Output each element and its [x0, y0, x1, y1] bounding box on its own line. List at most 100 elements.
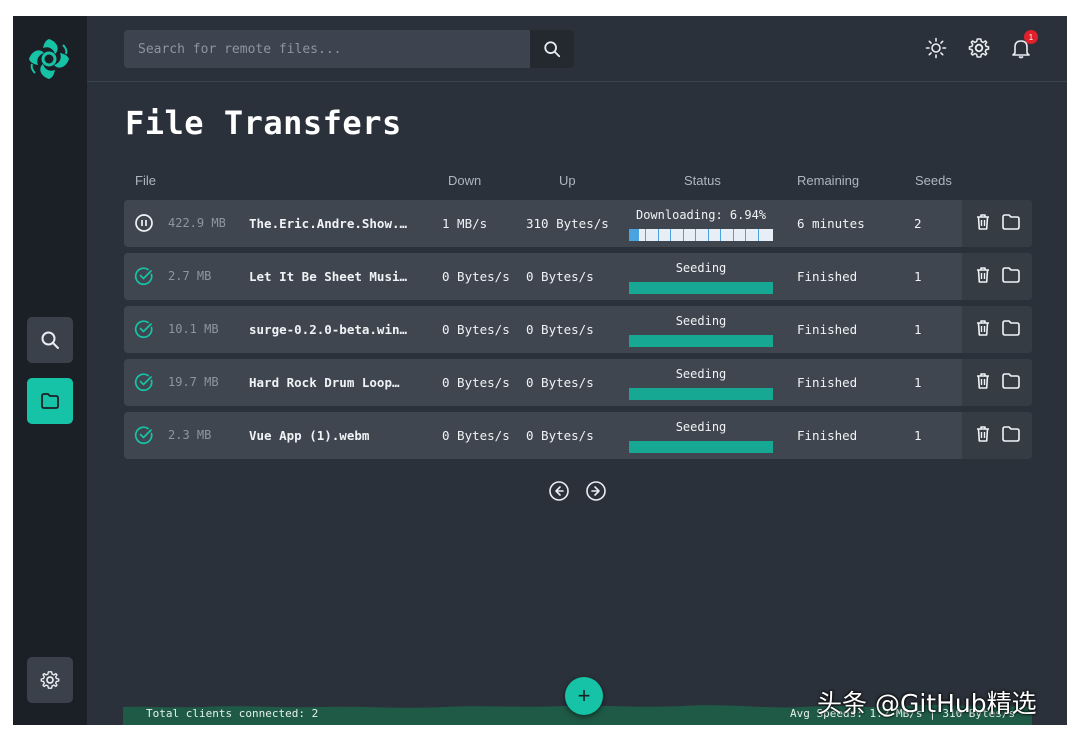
logo-icon [29, 39, 69, 79]
remaining-time: Finished [797, 375, 858, 390]
status-text: Seeding [675, 420, 727, 434]
progress-bar [629, 441, 773, 453]
down-speed: 1 MB/s [442, 216, 488, 231]
search-icon [544, 41, 561, 58]
next-page-button[interactable] [585, 480, 607, 502]
file-size: 19.7 MB [168, 375, 219, 389]
file-size: 2.7 MB [168, 269, 212, 283]
table-row[interactable]: 422.9 MB The.Eric.Andre.Show.… 1 MB/s 310 B… [124, 200, 1032, 247]
trash-icon[interactable] [973, 318, 993, 338]
remaining-time: Finished [797, 322, 858, 337]
sidebar-search-button[interactable] [27, 317, 73, 363]
trash-icon[interactable] [973, 424, 993, 444]
page-title: File Transfers [125, 104, 402, 142]
status-cell: Seeding [629, 253, 773, 300]
column-header-remaining: Remaining [797, 173, 860, 188]
remaining-time: Finished [797, 428, 858, 443]
folder-icon[interactable] [1001, 371, 1021, 391]
file-name[interactable]: Hard Rock Drum Loop… [249, 375, 409, 390]
folder-icon[interactable] [1001, 318, 1021, 338]
status-text: Seeding [675, 314, 727, 328]
add-transfer-button[interactable]: + [565, 677, 603, 715]
check-circle-icon [134, 320, 153, 339]
status-text: Seeding [675, 261, 727, 275]
gear-icon [40, 671, 60, 689]
notifications-button[interactable]: 1 [1008, 30, 1038, 61]
status-cell: Seeding [629, 306, 773, 353]
file-name[interactable]: The.Eric.Andre.Show.… [249, 216, 409, 231]
theme-toggle-button[interactable] [923, 35, 949, 61]
search-icon [41, 331, 59, 349]
up-speed: 310 Bytes/s [526, 216, 609, 231]
table-row[interactable]: 19.7 MB Hard Rock Drum Loop… 0 Bytes/s 0 By… [124, 359, 1032, 406]
row-actions [962, 200, 1032, 247]
file-size: 422.9 MB [168, 216, 226, 230]
progress-bar [629, 388, 773, 400]
column-header-seeds: Seeds [915, 173, 952, 188]
check-circle-icon [134, 426, 153, 445]
table-row[interactable]: 2.3 MB Vue App (1).webm 0 Bytes/s 0 Bytes/s… [124, 412, 1032, 459]
gear-icon [968, 38, 990, 58]
file-name[interactable]: surge-0.2.0-beta.win… [249, 322, 409, 337]
table-row[interactable]: 10.1 MB surge-0.2.0-beta.win… 0 Bytes/s 0 B… [124, 306, 1032, 353]
down-speed: 0 Bytes/s [442, 269, 510, 284]
folder-icon[interactable] [1001, 424, 1021, 444]
trash-icon[interactable] [973, 265, 993, 285]
table-header: File Down Up Status Remaining Seeds [124, 171, 1032, 193]
file-size: 2.3 MB [168, 428, 212, 442]
column-header-file: File [135, 173, 156, 188]
search-input[interactable] [124, 30, 530, 68]
app-window: 1 File Transfers File Down Up Status Rem… [13, 16, 1067, 725]
seed-count: 2 [914, 216, 922, 231]
row-actions [962, 359, 1032, 406]
seed-count: 1 [914, 375, 922, 390]
sidebar [13, 16, 87, 725]
column-header-status: Status [684, 173, 721, 188]
settings-button[interactable] [966, 35, 992, 61]
up-speed: 0 Bytes/s [526, 269, 594, 284]
seed-count: 1 [914, 428, 922, 443]
remaining-time: 6 minutes [797, 216, 865, 231]
progress-bar [629, 282, 773, 294]
status-text: Seeding [675, 367, 727, 381]
status-cell: Seeding [629, 359, 773, 406]
progress-bar [629, 335, 773, 347]
watermark-text: 头条 @GitHub精选 [817, 689, 1037, 718]
seed-count: 1 [914, 322, 922, 337]
folder-icon [41, 393, 59, 409]
table-row[interactable]: 2.7 MB Let It Be Sheet Musi… 0 Bytes/s 0 By… [124, 253, 1032, 300]
notification-badge: 1 [1024, 30, 1038, 44]
pause-icon[interactable] [134, 213, 154, 233]
status-text: Downloading: 6.94% [635, 208, 767, 222]
clients-connected-text: Total clients connected: 2 [146, 707, 319, 720]
progress-fill [629, 229, 639, 241]
trash-icon[interactable] [973, 371, 993, 391]
down-speed: 0 Bytes/s [442, 375, 510, 390]
down-speed: 0 Bytes/s [442, 428, 510, 443]
up-speed: 0 Bytes/s [526, 375, 594, 390]
column-header-down: Down [448, 173, 482, 188]
top-bar: 1 [87, 16, 1067, 82]
trash-icon[interactable] [973, 212, 993, 232]
previous-page-button[interactable] [548, 480, 570, 502]
row-actions [962, 412, 1032, 459]
sidebar-files-button[interactable] [27, 378, 73, 424]
seed-count: 1 [914, 269, 922, 284]
up-speed: 0 Bytes/s [526, 428, 594, 443]
row-actions [962, 253, 1032, 300]
folder-icon[interactable] [1001, 212, 1021, 232]
status-cell: Downloading: 6.94% [629, 200, 773, 247]
down-speed: 0 Bytes/s [442, 322, 510, 337]
file-name[interactable]: Vue App (1).webm [249, 428, 409, 443]
folder-icon[interactable] [1001, 265, 1021, 285]
search-button[interactable] [530, 30, 574, 68]
file-name[interactable]: Let It Be Sheet Musi… [249, 269, 409, 284]
column-header-up: Up [559, 173, 576, 188]
check-circle-icon [134, 267, 153, 286]
progress-bar [629, 229, 773, 241]
up-speed: 0 Bytes/s [526, 322, 594, 337]
row-actions [962, 306, 1032, 353]
check-circle-icon [134, 373, 153, 392]
file-size: 10.1 MB [168, 322, 219, 336]
sidebar-settings-button[interactable] [27, 657, 73, 703]
